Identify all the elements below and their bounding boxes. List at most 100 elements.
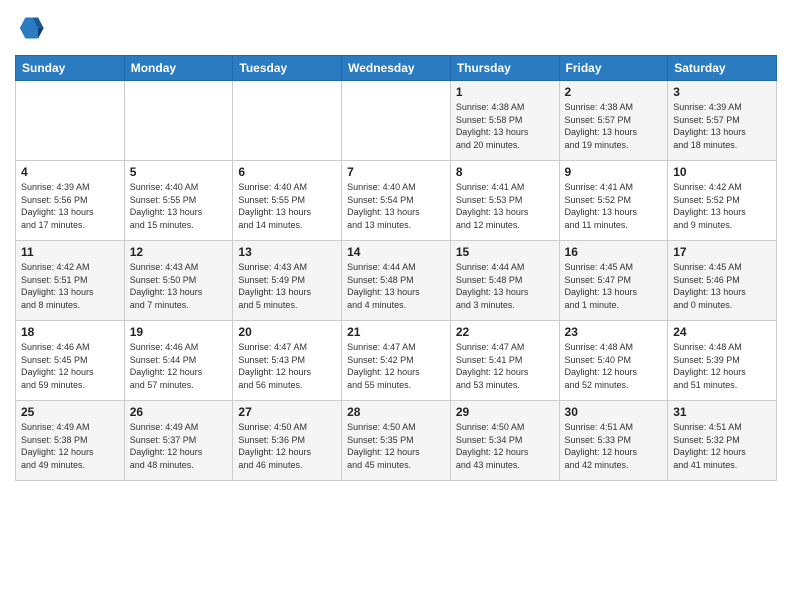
calendar-cell: 8 Sunrise: 4:41 AM Sunset: 5:53 PM Daylig… bbox=[450, 161, 559, 241]
day-number: 13 bbox=[238, 245, 336, 259]
day-number: 2 bbox=[565, 85, 663, 99]
day-number: 4 bbox=[21, 165, 119, 179]
calendar-cell: 10 Sunrise: 4:42 AM Sunset: 5:52 PM Dayli… bbox=[668, 161, 777, 241]
day-content: Sunrise: 4:40 AM Sunset: 5:54 PM Dayligh… bbox=[347, 181, 445, 231]
day-content: Sunrise: 4:42 AM Sunset: 5:51 PM Dayligh… bbox=[21, 261, 119, 311]
day-content: Sunrise: 4:40 AM Sunset: 5:55 PM Dayligh… bbox=[238, 181, 336, 231]
day-number: 25 bbox=[21, 405, 119, 419]
day-number: 18 bbox=[21, 325, 119, 339]
weekday-header-sunday: Sunday bbox=[16, 56, 125, 81]
calendar-cell: 19 Sunrise: 4:46 AM Sunset: 5:44 PM Dayli… bbox=[124, 321, 233, 401]
day-content: Sunrise: 4:45 AM Sunset: 5:46 PM Dayligh… bbox=[673, 261, 771, 311]
calendar-cell: 2 Sunrise: 4:38 AM Sunset: 5:57 PM Daylig… bbox=[559, 81, 668, 161]
calendar-cell: 26 Sunrise: 4:49 AM Sunset: 5:37 PM Dayli… bbox=[124, 401, 233, 481]
weekday-header-tuesday: Tuesday bbox=[233, 56, 342, 81]
day-number: 5 bbox=[130, 165, 228, 179]
day-number: 8 bbox=[456, 165, 554, 179]
day-number: 19 bbox=[130, 325, 228, 339]
day-content: Sunrise: 4:50 AM Sunset: 5:36 PM Dayligh… bbox=[238, 421, 336, 471]
calendar-cell: 20 Sunrise: 4:47 AM Sunset: 5:43 PM Dayli… bbox=[233, 321, 342, 401]
day-number: 15 bbox=[456, 245, 554, 259]
calendar-cell: 23 Sunrise: 4:48 AM Sunset: 5:40 PM Dayli… bbox=[559, 321, 668, 401]
day-content: Sunrise: 4:50 AM Sunset: 5:35 PM Dayligh… bbox=[347, 421, 445, 471]
day-number: 9 bbox=[565, 165, 663, 179]
calendar-cell: 4 Sunrise: 4:39 AM Sunset: 5:56 PM Daylig… bbox=[16, 161, 125, 241]
day-content: Sunrise: 4:47 AM Sunset: 5:41 PM Dayligh… bbox=[456, 341, 554, 391]
day-number: 29 bbox=[456, 405, 554, 419]
day-number: 24 bbox=[673, 325, 771, 339]
day-number: 27 bbox=[238, 405, 336, 419]
day-content: Sunrise: 4:49 AM Sunset: 5:38 PM Dayligh… bbox=[21, 421, 119, 471]
calendar-cell: 5 Sunrise: 4:40 AM Sunset: 5:55 PM Daylig… bbox=[124, 161, 233, 241]
calendar-week-row: 25 Sunrise: 4:49 AM Sunset: 5:38 PM Dayli… bbox=[16, 401, 777, 481]
calendar-cell: 1Sunrise: 4:38 AM Sunset: 5:58 PM Daylig… bbox=[450, 81, 559, 161]
day-content: Sunrise: 4:48 AM Sunset: 5:39 PM Dayligh… bbox=[673, 341, 771, 391]
day-content: Sunrise: 4:43 AM Sunset: 5:50 PM Dayligh… bbox=[130, 261, 228, 311]
calendar-week-row: 4 Sunrise: 4:39 AM Sunset: 5:56 PM Daylig… bbox=[16, 161, 777, 241]
weekday-header-wednesday: Wednesday bbox=[342, 56, 451, 81]
calendar-cell bbox=[342, 81, 451, 161]
weekday-header-thursday: Thursday bbox=[450, 56, 559, 81]
day-number: 30 bbox=[565, 405, 663, 419]
day-content: Sunrise: 4:39 AM Sunset: 5:56 PM Dayligh… bbox=[21, 181, 119, 231]
day-number: 31 bbox=[673, 405, 771, 419]
weekday-header-saturday: Saturday bbox=[668, 56, 777, 81]
weekday-header-monday: Monday bbox=[124, 56, 233, 81]
calendar-cell: 17 Sunrise: 4:45 AM Sunset: 5:46 PM Dayli… bbox=[668, 241, 777, 321]
calendar-page: SundayMondayTuesdayWednesdayThursdayFrid… bbox=[0, 0, 792, 496]
day-number: 21 bbox=[347, 325, 445, 339]
day-content: Sunrise: 4:39 AM Sunset: 5:57 PM Dayligh… bbox=[673, 101, 771, 151]
day-number: 6 bbox=[238, 165, 336, 179]
calendar-cell bbox=[124, 81, 233, 161]
day-content: Sunrise: 4:51 AM Sunset: 5:32 PM Dayligh… bbox=[673, 421, 771, 471]
calendar-cell: 31 Sunrise: 4:51 AM Sunset: 5:32 PM Dayli… bbox=[668, 401, 777, 481]
calendar-cell: 6 Sunrise: 4:40 AM Sunset: 5:55 PM Daylig… bbox=[233, 161, 342, 241]
day-content: Sunrise: 4:44 AM Sunset: 5:48 PM Dayligh… bbox=[347, 261, 445, 311]
calendar-cell: 30Sunrise: 4:51 AM Sunset: 5:33 PM Dayli… bbox=[559, 401, 668, 481]
day-number: 23 bbox=[565, 325, 663, 339]
day-content: Sunrise: 4:47 AM Sunset: 5:42 PM Dayligh… bbox=[347, 341, 445, 391]
day-number: 22 bbox=[456, 325, 554, 339]
day-number: 16 bbox=[565, 245, 663, 259]
calendar-cell: 27 Sunrise: 4:50 AM Sunset: 5:36 PM Dayli… bbox=[233, 401, 342, 481]
calendar-cell: 3 Sunrise: 4:39 AM Sunset: 5:57 PM Daylig… bbox=[668, 81, 777, 161]
day-number: 11 bbox=[21, 245, 119, 259]
logo bbox=[15, 10, 49, 47]
weekday-header-friday: Friday bbox=[559, 56, 668, 81]
calendar-cell: 13Sunrise: 4:43 AM Sunset: 5:49 PM Dayli… bbox=[233, 241, 342, 321]
calendar-cell: 29 Sunrise: 4:50 AM Sunset: 5:34 PM Dayli… bbox=[450, 401, 559, 481]
day-content: Sunrise: 4:44 AM Sunset: 5:48 PM Dayligh… bbox=[456, 261, 554, 311]
day-number: 3 bbox=[673, 85, 771, 99]
calendar-cell: 15 Sunrise: 4:44 AM Sunset: 5:48 PM Dayli… bbox=[450, 241, 559, 321]
day-number: 20 bbox=[238, 325, 336, 339]
calendar-cell: 14 Sunrise: 4:44 AM Sunset: 5:48 PM Dayli… bbox=[342, 241, 451, 321]
logo-icon bbox=[17, 14, 45, 42]
calendar-cell: 25 Sunrise: 4:49 AM Sunset: 5:38 PM Dayli… bbox=[16, 401, 125, 481]
day-content: Sunrise: 4:42 AM Sunset: 5:52 PM Dayligh… bbox=[673, 181, 771, 231]
calendar-week-row: 1Sunrise: 4:38 AM Sunset: 5:58 PM Daylig… bbox=[16, 81, 777, 161]
day-content: Sunrise: 4:46 AM Sunset: 5:44 PM Dayligh… bbox=[130, 341, 228, 391]
day-content: Sunrise: 4:41 AM Sunset: 5:52 PM Dayligh… bbox=[565, 181, 663, 231]
weekday-header-row: SundayMondayTuesdayWednesdayThursdayFrid… bbox=[16, 56, 777, 81]
day-content: Sunrise: 4:40 AM Sunset: 5:55 PM Dayligh… bbox=[130, 181, 228, 231]
day-number: 26 bbox=[130, 405, 228, 419]
day-content: Sunrise: 4:41 AM Sunset: 5:53 PM Dayligh… bbox=[456, 181, 554, 231]
day-content: Sunrise: 4:38 AM Sunset: 5:57 PM Dayligh… bbox=[565, 101, 663, 151]
day-number: 1 bbox=[456, 85, 554, 99]
day-content: Sunrise: 4:50 AM Sunset: 5:34 PM Dayligh… bbox=[456, 421, 554, 471]
day-content: Sunrise: 4:48 AM Sunset: 5:40 PM Dayligh… bbox=[565, 341, 663, 391]
calendar-table: SundayMondayTuesdayWednesdayThursdayFrid… bbox=[15, 55, 777, 481]
day-number: 12 bbox=[130, 245, 228, 259]
calendar-cell: 24 Sunrise: 4:48 AM Sunset: 5:39 PM Dayli… bbox=[668, 321, 777, 401]
calendar-cell: 12 Sunrise: 4:43 AM Sunset: 5:50 PM Dayli… bbox=[124, 241, 233, 321]
calendar-cell bbox=[233, 81, 342, 161]
page-header bbox=[15, 10, 777, 47]
day-content: Sunrise: 4:46 AM Sunset: 5:45 PM Dayligh… bbox=[21, 341, 119, 391]
calendar-cell: 28Sunrise: 4:50 AM Sunset: 5:35 PM Dayli… bbox=[342, 401, 451, 481]
day-number: 10 bbox=[673, 165, 771, 179]
day-content: Sunrise: 4:47 AM Sunset: 5:43 PM Dayligh… bbox=[238, 341, 336, 391]
day-number: 14 bbox=[347, 245, 445, 259]
day-number: 17 bbox=[673, 245, 771, 259]
calendar-cell: 22 Sunrise: 4:47 AM Sunset: 5:41 PM Dayli… bbox=[450, 321, 559, 401]
day-content: Sunrise: 4:49 AM Sunset: 5:37 PM Dayligh… bbox=[130, 421, 228, 471]
